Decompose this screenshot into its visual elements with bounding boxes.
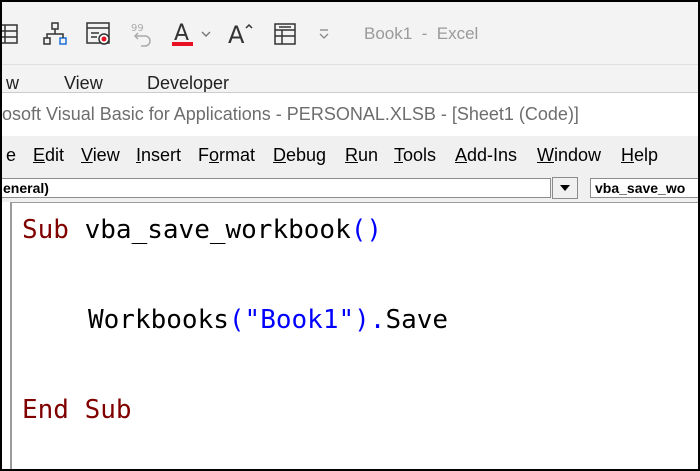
menu-addins-label: Add-Ins bbox=[455, 145, 518, 165]
string-book1: "Book1" bbox=[244, 305, 355, 335]
ribbon-tab-developer[interactable]: Developer bbox=[147, 73, 229, 93]
close-paren-dot: ). bbox=[354, 305, 386, 335]
form-icon[interactable] bbox=[270, 19, 300, 49]
ribbon-tab-view[interactable]: View bbox=[64, 73, 103, 93]
menu-window[interactable]: Window bbox=[537, 145, 601, 166]
menu-format[interactable]: Format bbox=[198, 145, 255, 166]
menu-insert-label: Insert bbox=[136, 145, 182, 165]
font-color-dropdown-icon[interactable] bbox=[196, 19, 216, 49]
excel-window-title: Book1 - Excel bbox=[364, 24, 479, 43]
open-paren: ( bbox=[228, 305, 245, 335]
menu-insert[interactable]: Insert bbox=[136, 145, 181, 166]
code-combo-bar: eneral) vba_save_wo bbox=[2, 176, 698, 202]
object-combo-box[interactable]: eneral) bbox=[2, 178, 551, 198]
procedure-combo-box[interactable]: vba_save_wo bbox=[590, 178, 698, 198]
menu-help-label: Help bbox=[621, 145, 659, 165]
menu-view-label: View bbox=[81, 145, 120, 165]
menu-edit-label: Edit bbox=[33, 145, 65, 165]
menu-edit[interactable]: Edit bbox=[33, 145, 64, 166]
menu-window-label: Window bbox=[537, 145, 602, 165]
vbe-title-bar: rosoft Visual Basic for Applications - P… bbox=[0, 92, 698, 137]
menu-tools-label: Tools bbox=[394, 145, 437, 165]
menu-view[interactable]: View bbox=[81, 145, 120, 166]
customize-qat-icon[interactable] bbox=[312, 19, 336, 49]
code-editor[interactable]: Sub vba_save_workbook() Workbooks("Book1… bbox=[10, 202, 698, 469]
dropdown-arrow-icon bbox=[560, 185, 570, 191]
record-macro-icon[interactable] bbox=[84, 19, 114, 49]
increase-font-icon[interactable]: A bbox=[226, 19, 256, 49]
screenshot-frame: 99 A A Book1 - Excel w View Developer ro… bbox=[0, 0, 700, 471]
code-line-sub: Sub vba_save_workbook() bbox=[22, 215, 382, 245]
vbe-menu-bar: e Edit View Insert Format Debug Run Tool… bbox=[2, 136, 698, 177]
org-chart-icon[interactable] bbox=[40, 19, 70, 49]
menu-debug[interactable]: Debug bbox=[273, 145, 326, 166]
menu-addins[interactable]: Add-Ins bbox=[455, 145, 517, 166]
menu-help[interactable]: Help bbox=[621, 145, 658, 166]
menu-run-label: Run bbox=[345, 145, 379, 165]
menu-format-label: Format bbox=[198, 145, 256, 165]
font-color-icon[interactable]: A bbox=[168, 19, 198, 49]
undo-style-icon[interactable]: 99 bbox=[128, 19, 158, 49]
excel-quick-access-toolbar: 99 A A Book1 - Excel bbox=[2, 2, 698, 64]
workbooks-object: Workbooks bbox=[88, 305, 229, 335]
code-line-save: Workbooks("Book1").Save bbox=[88, 305, 448, 335]
excel-ribbon-tabs: w View Developer bbox=[2, 64, 698, 93]
menu-file[interactable]: e bbox=[6, 145, 16, 166]
keyword-sub: Sub bbox=[22, 215, 69, 245]
svg-text:99: 99 bbox=[131, 23, 144, 34]
parentheses: () bbox=[350, 215, 383, 245]
svg-text:A: A bbox=[228, 21, 245, 48]
object-combo-value: eneral) bbox=[3, 180, 49, 196]
procedure-combo-value: vba_save_wo bbox=[595, 180, 686, 196]
code-line-end-sub: End Sub bbox=[22, 395, 132, 425]
menu-tools[interactable]: Tools bbox=[394, 145, 436, 166]
menu-run[interactable]: Run bbox=[345, 145, 378, 166]
object-combo-dropdown-button[interactable] bbox=[552, 177, 578, 199]
procedure-name: vba_save_workbook bbox=[68, 215, 351, 245]
ribbon-tab-review-partial[interactable]: w bbox=[6, 73, 19, 93]
menu-debug-label: Debug bbox=[273, 145, 327, 165]
grid-icon[interactable] bbox=[2, 19, 24, 49]
menu-file-label: e bbox=[6, 145, 17, 165]
vbe-window-title: rosoft Visual Basic for Applications - P… bbox=[0, 104, 579, 124]
save-method: Save bbox=[385, 305, 449, 335]
keyword-end-sub: End Sub bbox=[22, 395, 132, 425]
